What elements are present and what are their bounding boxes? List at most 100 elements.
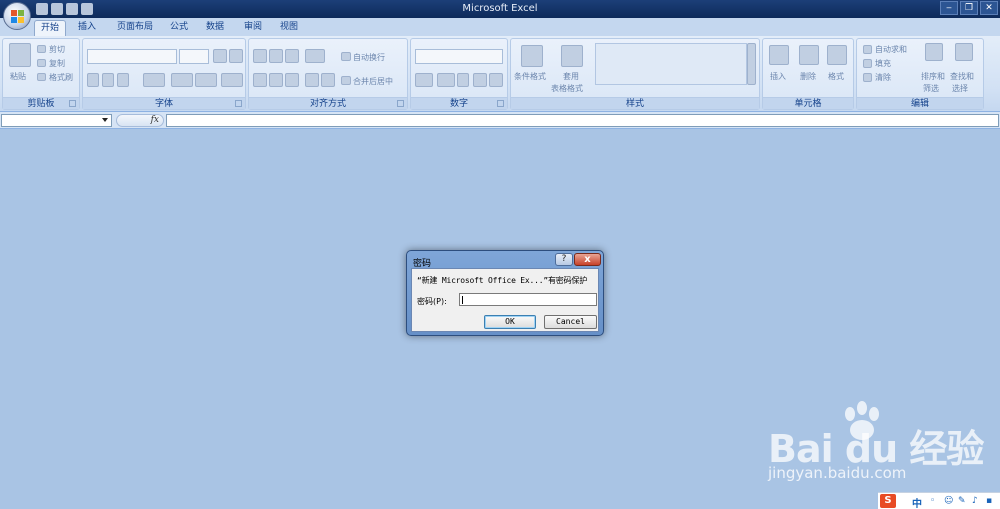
toolbox-icon[interactable]: ▪ [986, 497, 996, 506]
ribbon: 粘贴 剪切 复制 格式刷 剪贴板 字体 自动换行 合并后居中 对齐方式 数字 条… [0, 36, 1000, 112]
ok-button[interactable]: OK [484, 315, 536, 329]
align-bottom-icon[interactable] [285, 49, 299, 63]
group-label: 单元格 [763, 97, 853, 109]
underline-icon[interactable] [117, 73, 129, 87]
ime-mode[interactable]: 中 [912, 495, 922, 509]
microphone-icon[interactable]: ♪ [972, 497, 982, 506]
format-as-table-icon[interactable] [561, 45, 583, 67]
number-format-select[interactable] [415, 49, 503, 64]
minimize-button[interactable]: ‒ [940, 1, 958, 15]
grow-font-icon[interactable] [213, 49, 227, 63]
find-select-label[interactable]: 查找和 [950, 71, 974, 82]
align-center-icon[interactable] [269, 73, 283, 87]
fill-color-icon[interactable] [171, 73, 193, 87]
fill-icon[interactable] [863, 59, 872, 68]
delete-cells-label[interactable]: 删除 [800, 71, 816, 82]
format-as-table-label[interactable]: 套用 [563, 71, 579, 82]
sort-filter-label[interactable]: 排序和 [921, 71, 945, 82]
office-button[interactable] [3, 2, 31, 30]
increase-decimal-icon[interactable] [473, 73, 487, 87]
copy-icon[interactable] [37, 59, 46, 67]
delete-cells-icon[interactable] [799, 45, 819, 65]
conditional-formatting-label[interactable]: 条件格式 [514, 71, 546, 82]
gallery-scroll[interactable] [747, 43, 756, 85]
password-input[interactable] [459, 293, 597, 306]
tab-page-layout[interactable]: 页面布局 [110, 20, 160, 36]
fill-label[interactable]: 填充 [875, 58, 891, 69]
dialog-launcher-icon[interactable] [235, 100, 242, 107]
align-middle-icon[interactable] [269, 49, 283, 63]
decrease-decimal-icon[interactable] [489, 73, 503, 87]
cell-styles-gallery[interactable] [595, 43, 747, 85]
ribbon-tabs: 开始 插入 页面布局 公式 数据 审阅 视图 [0, 18, 1000, 36]
font-name-select[interactable] [87, 49, 177, 64]
dialog-close-button[interactable]: x [574, 253, 601, 266]
autosum-icon[interactable] [863, 45, 872, 54]
tab-formulas[interactable]: 公式 [164, 20, 194, 36]
wrap-text-label[interactable]: 自动换行 [353, 52, 385, 63]
format-cells-icon[interactable] [827, 45, 847, 65]
cut-icon[interactable] [37, 45, 46, 53]
close-window-button[interactable]: ✕ [980, 1, 998, 15]
tab-insert[interactable]: 插入 [72, 20, 102, 36]
restore-button[interactable]: ❐ [960, 1, 978, 15]
format-cells-label[interactable]: 格式 [828, 71, 844, 82]
format-painter-label[interactable]: 格式刷 [49, 72, 73, 83]
phonetic-icon[interactable] [221, 73, 243, 87]
sort-filter-label-2[interactable]: 筛选 [923, 83, 939, 94]
merge-center-icon[interactable] [341, 76, 351, 85]
increase-indent-icon[interactable] [321, 73, 335, 87]
font-size-select[interactable] [179, 49, 209, 64]
chevron-down-icon[interactable] [102, 118, 108, 122]
find-select-icon[interactable] [955, 43, 973, 61]
percent-style-icon[interactable] [437, 73, 455, 87]
paste-label[interactable]: 粘贴 [10, 71, 26, 82]
decrease-indent-icon[interactable] [305, 73, 319, 87]
tab-data[interactable]: 数据 [200, 20, 230, 36]
wrap-text-icon[interactable] [341, 52, 351, 61]
paste-icon[interactable] [9, 43, 31, 67]
find-select-label-2[interactable]: 选择 [952, 83, 968, 94]
dialog-launcher-icon[interactable] [497, 100, 504, 107]
tab-view[interactable]: 视图 [274, 20, 304, 36]
align-top-icon[interactable] [253, 49, 267, 63]
sort-filter-icon[interactable] [925, 43, 943, 61]
italic-icon[interactable] [102, 73, 114, 87]
dialog-body: “新建 Microsoft Office Ex...”有密码保护 密码(P): … [411, 268, 599, 332]
insert-cells-icon[interactable] [769, 45, 789, 65]
autosum-label[interactable]: 自动求和 [875, 44, 907, 55]
help-button[interactable]: ? [555, 253, 573, 266]
dialog-launcher-icon[interactable] [69, 100, 76, 107]
clear-label[interactable]: 清除 [875, 72, 891, 83]
insert-function-button[interactable]: fx [116, 114, 164, 127]
comma-style-icon[interactable] [457, 73, 469, 87]
font-color-icon[interactable] [195, 73, 217, 87]
shrink-font-icon[interactable] [229, 49, 243, 63]
border-icon[interactable] [143, 73, 165, 87]
bold-icon[interactable] [87, 73, 99, 87]
orientation-icon[interactable] [305, 49, 325, 63]
merge-center-label[interactable]: 合并后居中 [353, 76, 393, 87]
pen-icon[interactable]: ✎ [958, 497, 968, 506]
password-dialog: 密码 ? x “新建 Microsoft Office Ex...”有密码保护 … [406, 250, 604, 336]
group-label: 剪贴板 [3, 97, 79, 109]
name-box[interactable] [1, 114, 112, 127]
format-painter-icon[interactable] [37, 73, 46, 81]
formula-input[interactable] [166, 114, 999, 127]
accounting-format-icon[interactable] [415, 73, 433, 87]
copy-label[interactable]: 复制 [49, 58, 65, 69]
sogou-logo-icon[interactable]: S [880, 494, 896, 508]
insert-cells-label[interactable]: 插入 [770, 71, 786, 82]
cancel-button[interactable]: Cancel [544, 315, 597, 329]
emoji-icon[interactable]: ☺ [944, 497, 954, 506]
cut-label[interactable]: 剪切 [49, 44, 65, 55]
clear-icon[interactable] [863, 73, 872, 82]
dialog-launcher-icon[interactable] [397, 100, 404, 107]
conditional-formatting-icon[interactable] [521, 45, 543, 67]
tab-home[interactable]: 开始 [34, 20, 66, 36]
tab-review[interactable]: 审阅 [238, 20, 268, 36]
format-as-table-label-2[interactable]: 表格格式 [551, 83, 583, 94]
align-left-icon[interactable] [253, 73, 267, 87]
align-right-icon[interactable] [285, 73, 299, 87]
punctuation-icon[interactable]: ◦ [930, 497, 940, 506]
